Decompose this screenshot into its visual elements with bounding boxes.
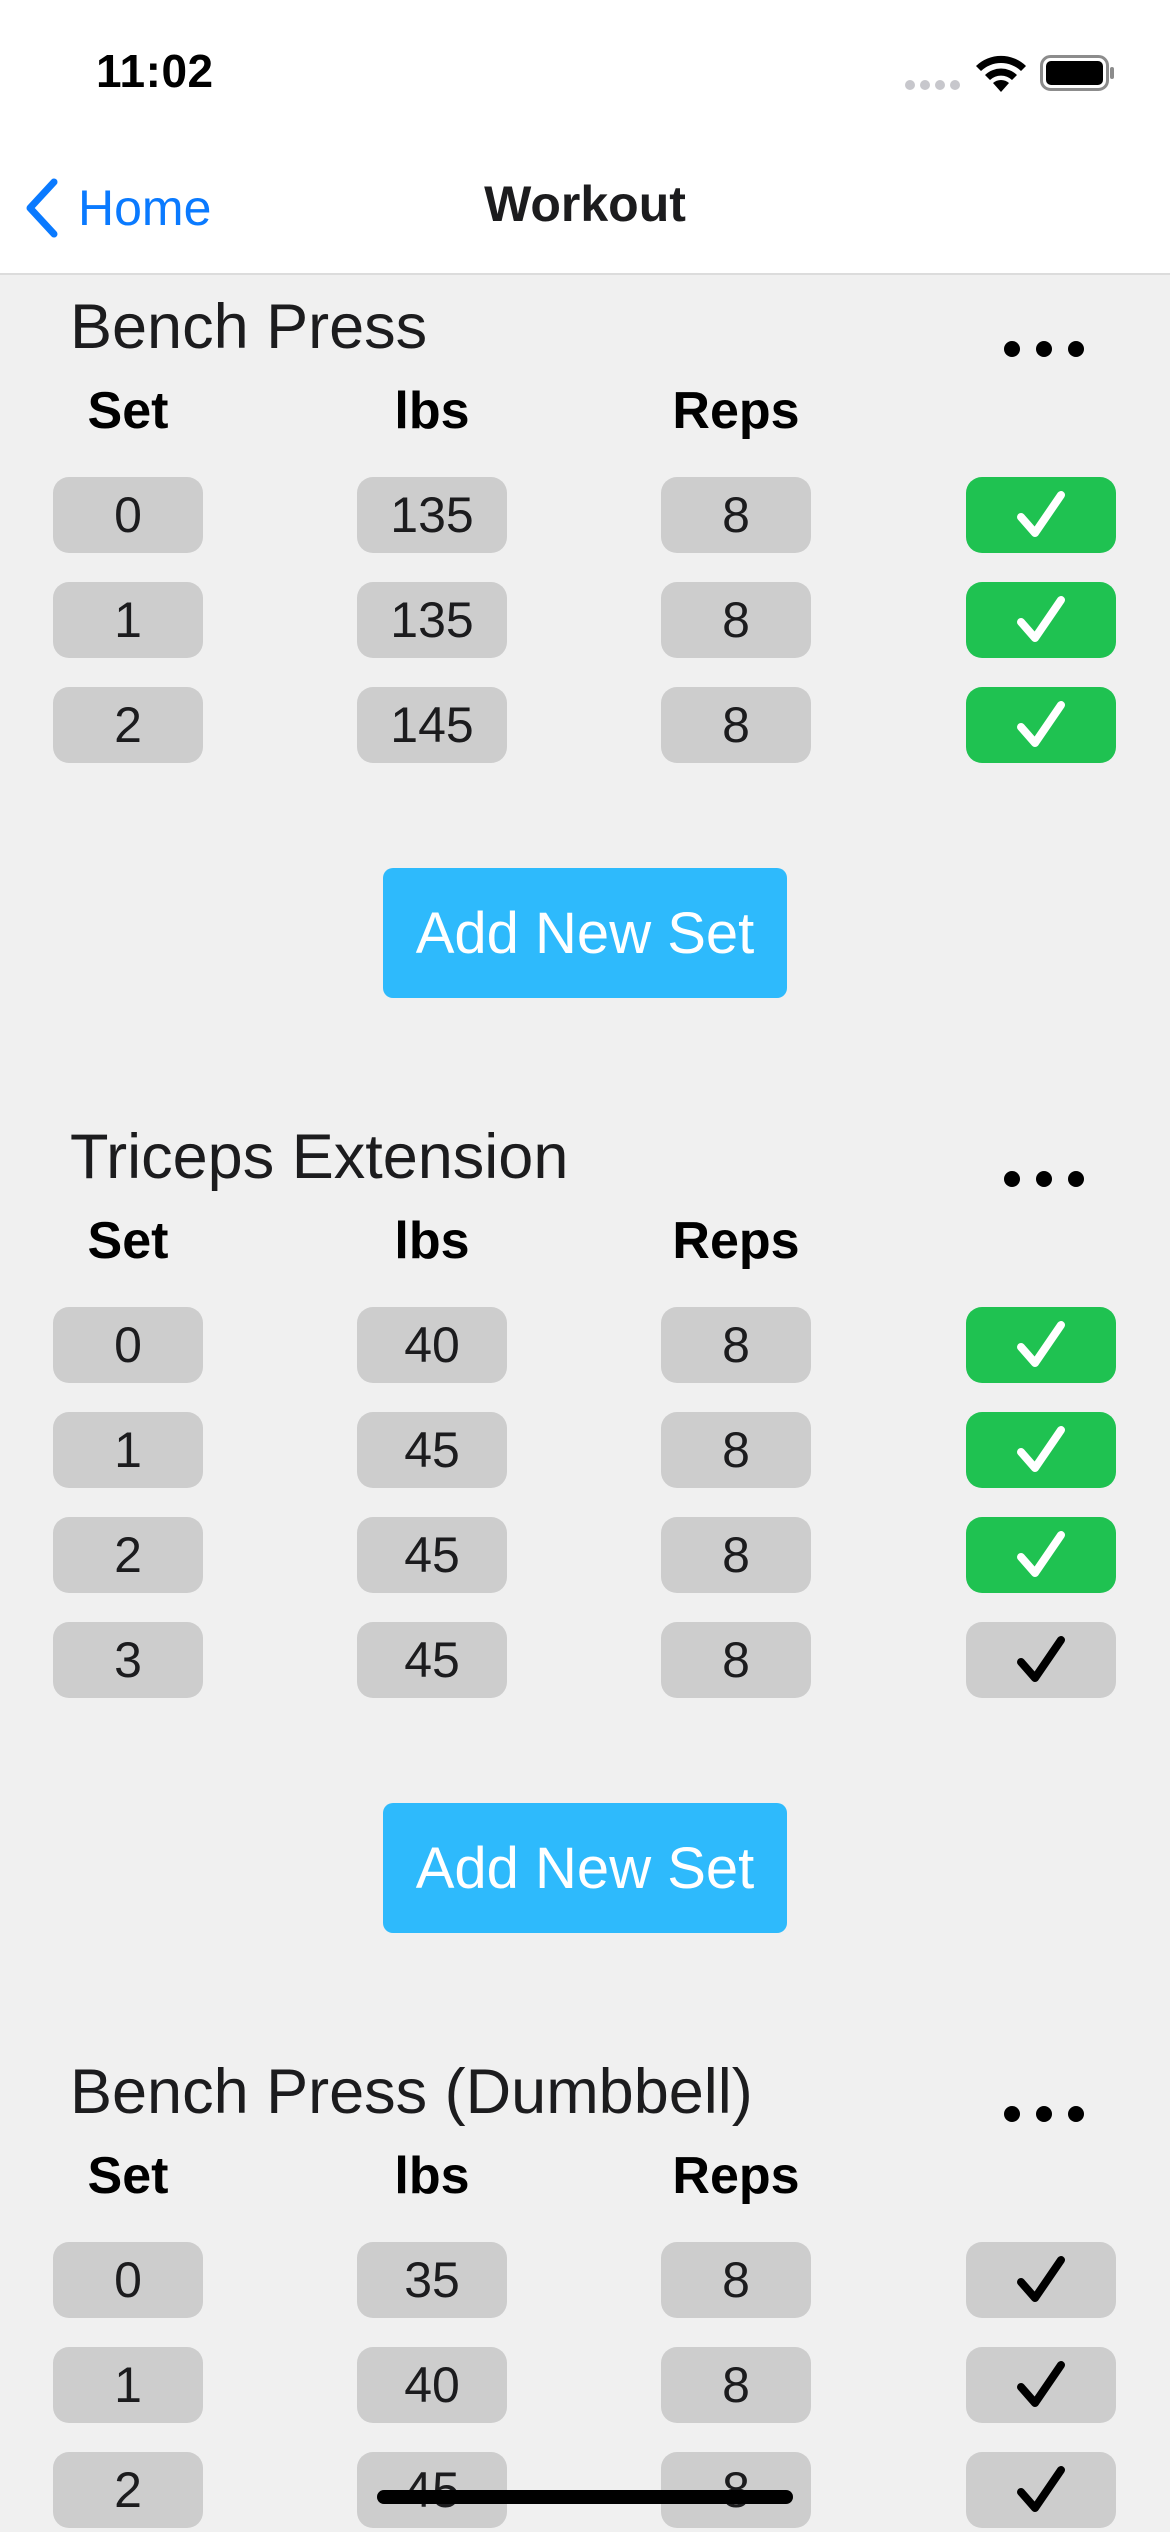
add-new-set-button[interactable]: Add New Set [383,1803,787,1933]
weight-field[interactable]: 35 [357,2242,507,2318]
complete-set-button[interactable] [966,687,1116,763]
column-header-set: Set [87,1212,169,1270]
signal-icon [905,80,961,92]
set-row: 1 135 8 [0,582,1170,658]
set-row: 2 45 8 [0,1517,1170,1593]
reps-field[interactable]: 8 [661,687,811,763]
exercise-name: Bench Press (Dumbbell) [70,2057,753,2127]
set-row: 0 135 8 [0,477,1170,553]
navigation-bar: Home Workout [0,145,1170,275]
column-header-set: Set [87,2147,169,2205]
checkmark-icon [1017,596,1065,642]
wifi-icon [976,55,1026,92]
add-new-set-button[interactable]: Add New Set [383,868,787,998]
column-header-lbs: lbs [394,382,470,440]
checkmark-icon [1017,1426,1065,1472]
complete-set-button[interactable] [966,1307,1116,1383]
complete-set-button[interactable] [966,2242,1116,2318]
weight-field[interactable]: 45 [357,1412,507,1488]
set-row: 2 145 8 [0,687,1170,763]
checkmark-icon [1017,1636,1065,1682]
more-options-button[interactable] [1004,341,1084,361]
exercise-name: Bench Press [70,292,428,362]
complete-set-button[interactable] [966,1622,1116,1698]
set-number-field[interactable]: 1 [53,582,203,658]
set-number-field[interactable]: 2 [53,2452,203,2528]
exercise-name: Triceps Extension [70,1122,569,1192]
set-row: 1 40 8 [0,2347,1170,2423]
checkmark-icon [1017,701,1065,747]
complete-set-button[interactable] [966,1517,1116,1593]
more-options-button[interactable] [1004,2106,1084,2126]
set-number-field[interactable]: 0 [53,477,203,553]
status-bar: 11:02 [0,0,1170,145]
weight-field[interactable]: 145 [357,687,507,763]
checkmark-icon [1017,2361,1065,2407]
checkmark-icon [1017,1321,1065,1367]
battery-icon [1040,55,1114,91]
home-indicator[interactable] [377,2490,793,2504]
column-header-lbs: lbs [394,1212,470,1270]
status-time: 11:02 [96,45,214,97]
weight-field[interactable]: 45 [357,1517,507,1593]
complete-set-button[interactable] [966,2347,1116,2423]
column-header-reps: Reps [672,382,800,440]
reps-field[interactable]: 8 [661,582,811,658]
set-number-field[interactable]: 0 [53,2242,203,2318]
set-number-field[interactable]: 1 [53,2347,203,2423]
column-header-reps: Reps [672,1212,800,1270]
set-number-field[interactable]: 1 [53,1412,203,1488]
checkmark-icon [1017,491,1065,537]
more-options-button[interactable] [1004,1171,1084,1191]
column-header-reps: Reps [672,2147,800,2205]
set-number-field[interactable]: 2 [53,1517,203,1593]
reps-field[interactable]: 8 [661,1517,811,1593]
reps-field[interactable]: 8 [661,1622,811,1698]
complete-set-button[interactable] [966,477,1116,553]
reps-field[interactable]: 8 [661,2347,811,2423]
reps-field[interactable]: 8 [661,1412,811,1488]
workout-content[interactable]: Bench Press Set lbs Reps 0 135 8 1 135 8… [0,275,1170,2532]
weight-field[interactable]: 135 [357,477,507,553]
complete-set-button[interactable] [966,2452,1116,2528]
set-row: 1 45 8 [0,1412,1170,1488]
set-number-field[interactable]: 3 [53,1622,203,1698]
set-row: 0 40 8 [0,1307,1170,1383]
checkmark-icon [1017,2466,1065,2512]
reps-field[interactable]: 8 [661,477,811,553]
reps-field[interactable]: 8 [661,1307,811,1383]
weight-field[interactable]: 40 [357,2347,507,2423]
reps-field[interactable]: 8 [661,2242,811,2318]
checkmark-icon [1017,1531,1065,1577]
complete-set-button[interactable] [966,582,1116,658]
checkmark-icon [1017,2256,1065,2302]
weight-field[interactable]: 45 [357,1622,507,1698]
weight-field[interactable]: 135 [357,582,507,658]
set-row: 0 35 8 [0,2242,1170,2318]
page-title: Workout [484,176,686,232]
column-header-set: Set [87,382,169,440]
column-header-lbs: lbs [394,2147,470,2205]
set-row: 3 45 8 [0,1622,1170,1698]
set-number-field[interactable]: 2 [53,687,203,763]
set-number-field[interactable]: 0 [53,1307,203,1383]
weight-field[interactable]: 40 [357,1307,507,1383]
complete-set-button[interactable] [966,1412,1116,1488]
